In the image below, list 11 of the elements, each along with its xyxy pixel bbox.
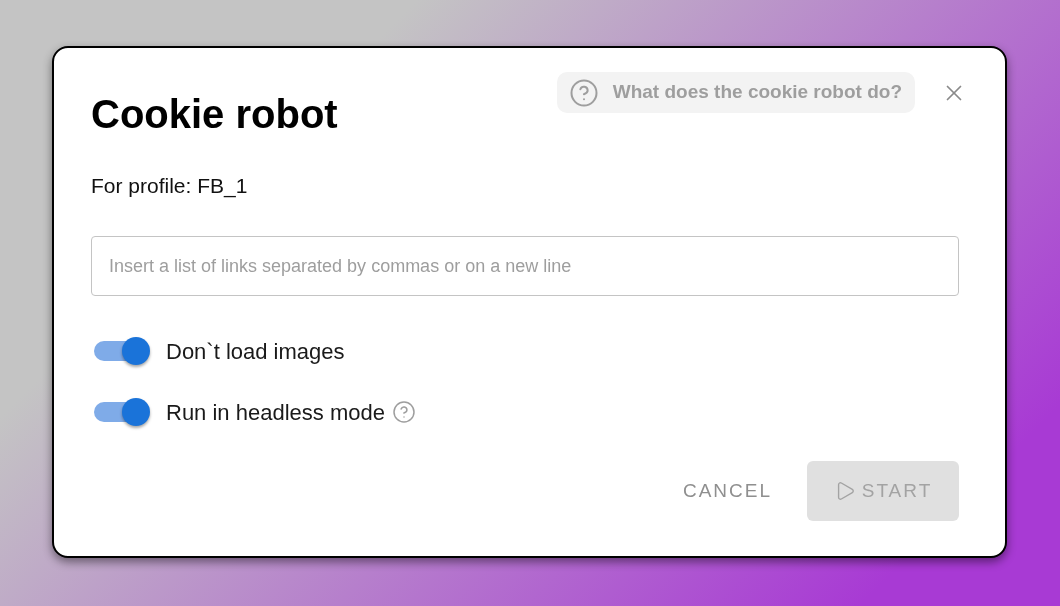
profile-label: For profile: FB_1 <box>91 173 248 200</box>
cancel-button[interactable]: CANCEL <box>668 461 786 521</box>
help-icon[interactable] <box>391 400 416 424</box>
option-label: Don`t load images <box>166 337 345 366</box>
help-icon <box>568 77 599 108</box>
dialog-title: Cookie robot <box>91 91 338 138</box>
toggle-switch[interactable] <box>93 336 151 366</box>
toggle-switch[interactable] <box>93 397 151 427</box>
option-label: Run in headless mode <box>166 398 385 427</box>
help-link[interactable]: What does the cookie robot do? <box>556 72 915 113</box>
links-input-field[interactable]: Insert a list of links separated by commas or on a new line <box>91 236 959 296</box>
